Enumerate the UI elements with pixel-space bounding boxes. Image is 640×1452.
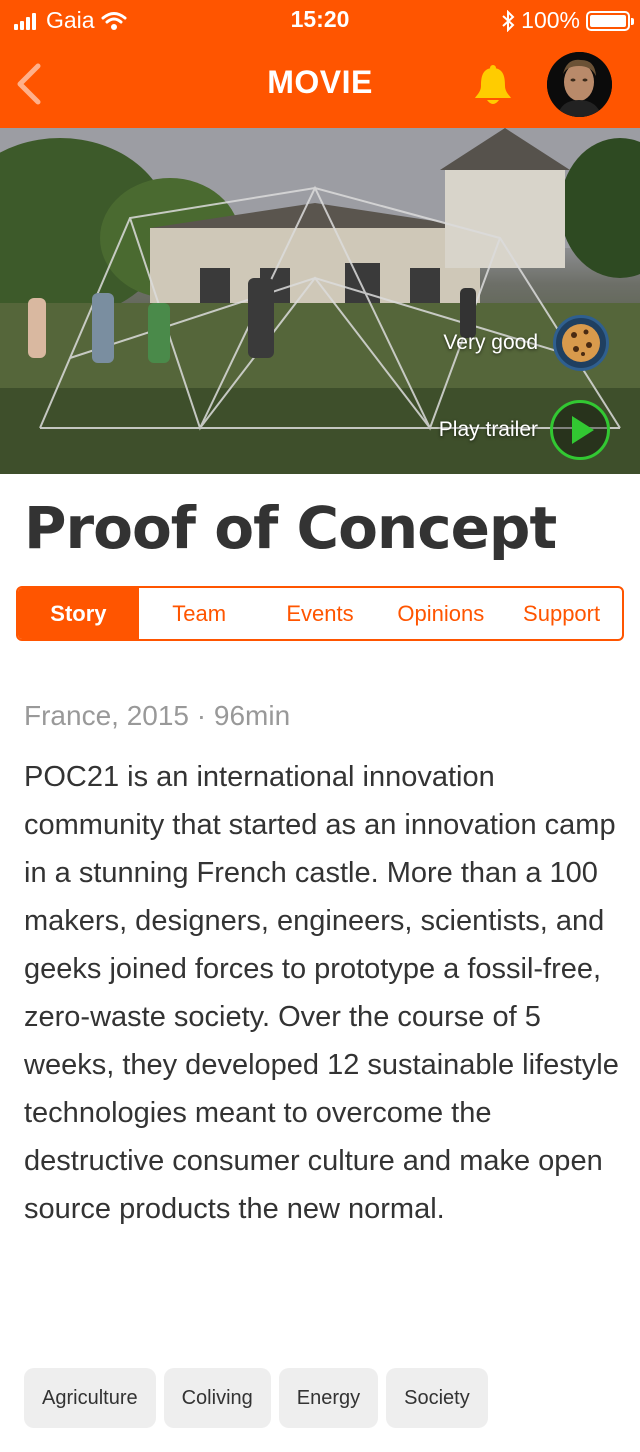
tab-bar: Story Team Events Opinions Support [16, 586, 624, 641]
avatar-image [547, 52, 612, 117]
tab-opinions[interactable]: Opinions [380, 588, 501, 639]
tab-support[interactable]: Support [501, 588, 622, 639]
story-text: POC21 is an international innovation com… [24, 761, 619, 1225]
play-icon [572, 416, 594, 444]
nav-bar: MOVIE [0, 40, 640, 128]
battery-percent: 100% [521, 7, 580, 33]
tag-chip[interactable]: Society [386, 1368, 488, 1428]
tag-chip[interactable]: Energy [278, 1368, 379, 1428]
hero-image: Very good Play trailer [0, 128, 640, 474]
battery-info: 100% [501, 7, 634, 34]
tag-chip[interactable]: Coliving [163, 1368, 271, 1428]
bluetooth-icon [502, 9, 515, 32]
page-title: MOVIE [267, 64, 373, 100]
rating-label: Very good [443, 331, 538, 354]
status-bar: Gaia 15:20 100% [0, 0, 640, 40]
trailer-label[interactable]: Play trailer [439, 418, 538, 442]
tab-story[interactable]: Story [18, 588, 139, 639]
hero-photo [0, 128, 640, 474]
bell-icon [475, 65, 511, 104]
battery-icon [586, 10, 634, 31]
play-trailer-button[interactable] [550, 400, 610, 460]
cookie-icon [562, 324, 600, 362]
movie-title: Proof of Concept [24, 494, 557, 562]
user-avatar[interactable] [547, 52, 612, 117]
rating-button[interactable] [553, 315, 609, 371]
tab-team[interactable]: Team [139, 588, 260, 639]
notifications-button[interactable] [470, 62, 516, 108]
movie-meta: France, 2015 · 96min [24, 700, 291, 731]
tab-events[interactable]: Events [260, 588, 381, 639]
tag-list: Agriculture Coliving Energy Society [24, 1368, 496, 1428]
tag-chip[interactable]: Agriculture [24, 1368, 156, 1428]
